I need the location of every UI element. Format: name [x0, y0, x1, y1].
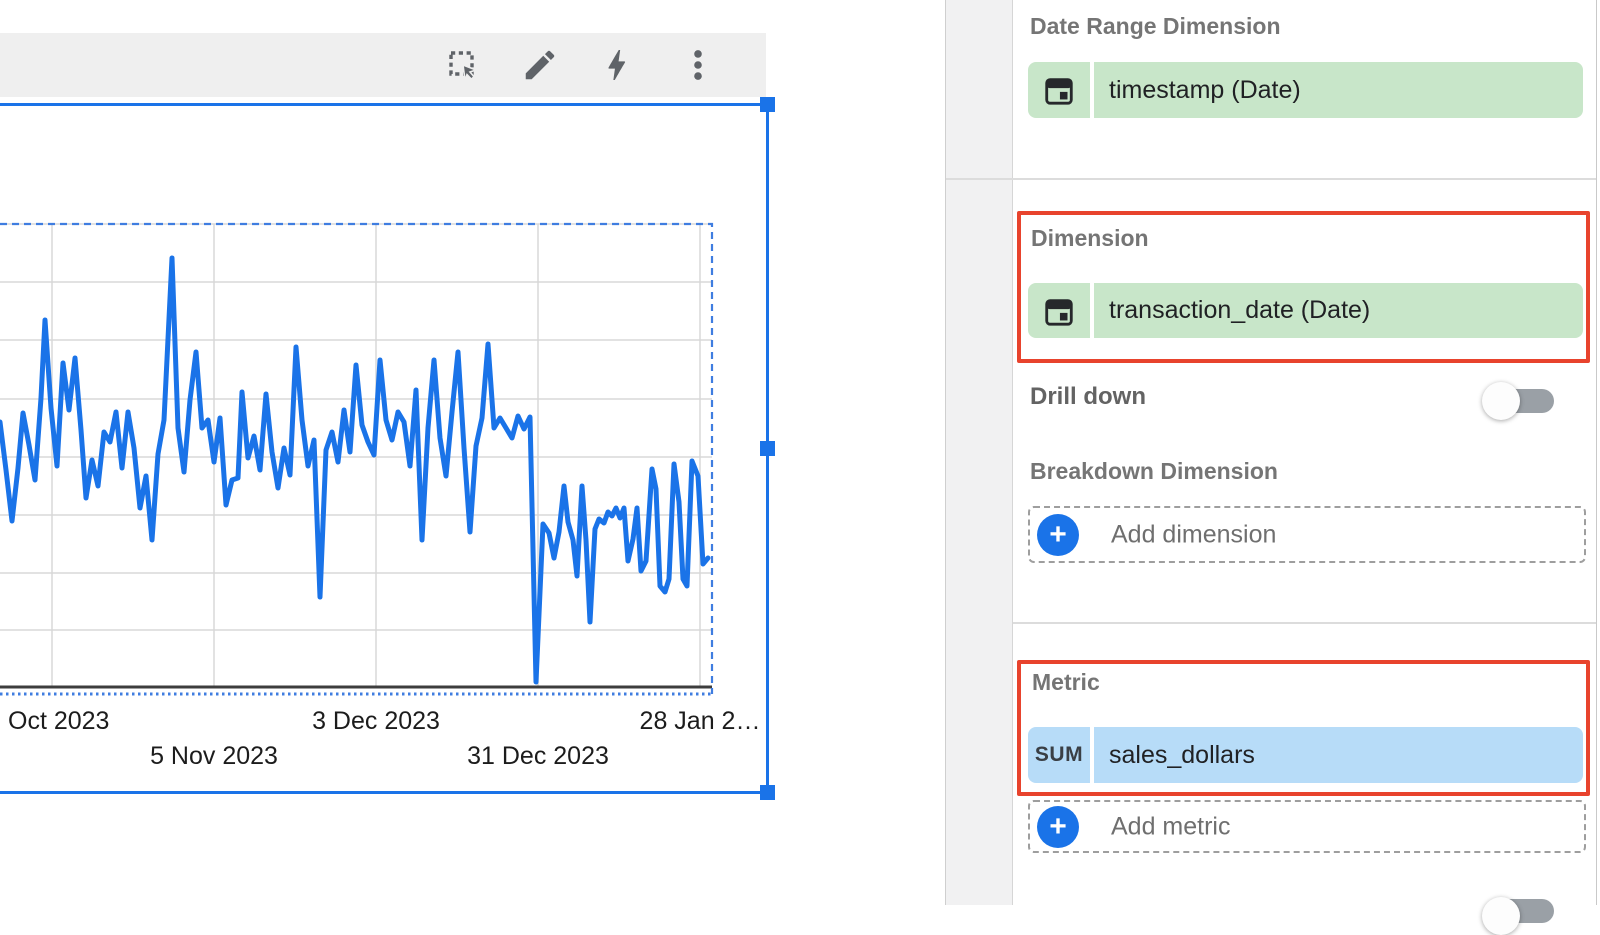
x-axis-label: 28 Jan 2… — [640, 707, 761, 736]
add-metric-label: Add metric — [1111, 812, 1230, 841]
x-axis-label: 31 Dec 2023 — [467, 742, 609, 771]
metric-chip[interactable]: sales_dollars — [1094, 727, 1583, 783]
section-divider — [946, 178, 1596, 180]
date-field-calendar-icon — [1028, 283, 1090, 338]
add-dimension-button[interactable]: + Add dimension — [1028, 506, 1586, 563]
panel-right-border — [1596, 0, 1597, 905]
panel-gutter — [945, 0, 1013, 905]
dimension-chip[interactable]: transaction_date (Date) — [1094, 283, 1583, 338]
clipped-bottom-toggle-thumb[interactable] — [1482, 897, 1520, 935]
date-field-calendar-icon — [1028, 62, 1090, 118]
date-range-dimension-chip[interactable]: timestamp (Date) — [1094, 62, 1583, 118]
x-axis-label: Oct 2023 — [8, 707, 109, 736]
looker-studio-editor: { "toolbar": { "icons": ["marquee-select… — [0, 0, 1600, 905]
date-range-dimension-label: Date Range Dimension — [1030, 13, 1281, 40]
breakdown-dimension-label: Breakdown Dimension — [1030, 458, 1278, 485]
metric-label: Metric — [1032, 669, 1100, 696]
dimension-label: Dimension — [1031, 225, 1149, 252]
x-axis-label: 3 Dec 2023 — [312, 707, 440, 736]
plus-icon: + — [1037, 806, 1079, 848]
plus-icon: + — [1037, 514, 1079, 556]
drill-down-toggle-thumb[interactable] — [1482, 382, 1520, 420]
add-dimension-label: Add dimension — [1111, 520, 1276, 549]
x-axis-label: 5 Nov 2023 — [150, 742, 278, 771]
metric-aggregation-badge[interactable]: SUM — [1028, 727, 1090, 783]
drill-down-label: Drill down — [1030, 383, 1146, 411]
add-metric-button[interactable]: + Add metric — [1028, 800, 1586, 853]
time-series-chart[interactable] — [0, 0, 780, 905]
section-divider — [1013, 622, 1596, 624]
